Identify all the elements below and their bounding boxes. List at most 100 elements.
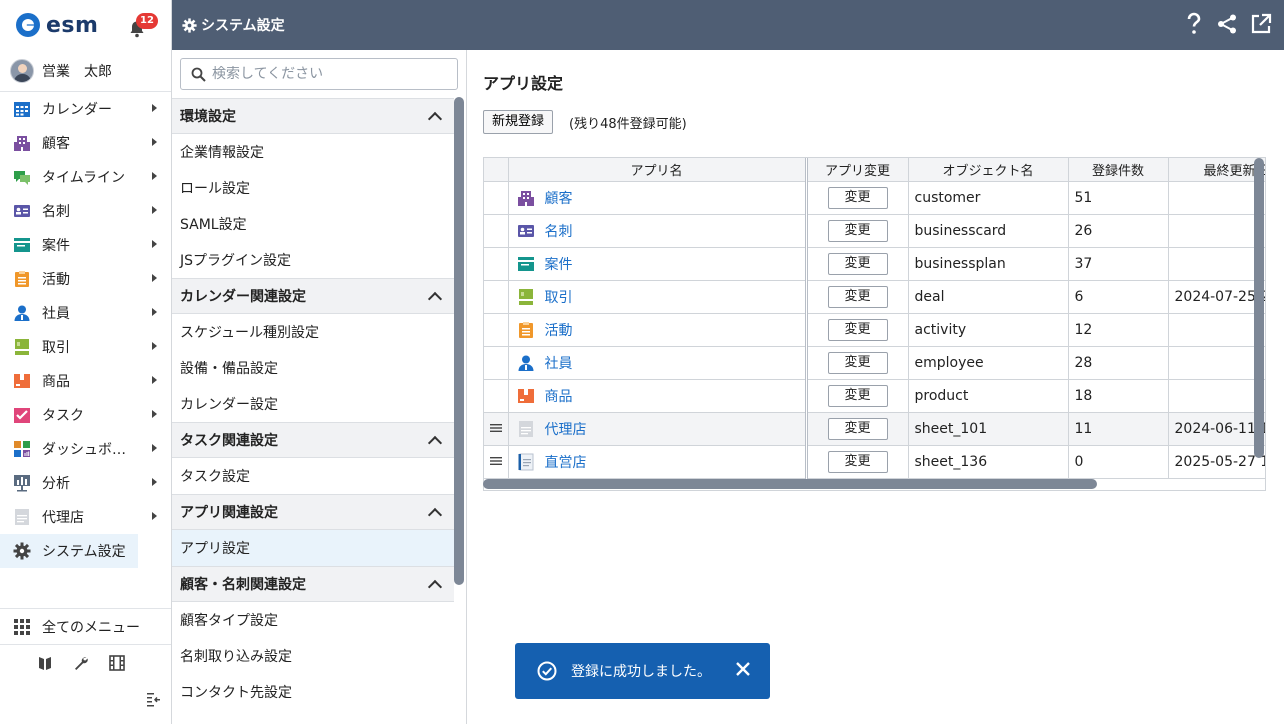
section-calendar[interactable]: カレンダー関連設定 — [172, 278, 454, 314]
column-header[interactable]: オブジェクト名 — [908, 158, 1069, 182]
nav-label: 取引 — [42, 340, 70, 356]
person-icon — [12, 303, 32, 323]
external-link-icon[interactable] — [1250, 13, 1272, 35]
drag-handle-cell[interactable] — [484, 445, 509, 479]
nav-item-calendar[interactable]: カレンダー — [0, 92, 171, 126]
app-name-cell: 顧客 — [508, 181, 808, 215]
app-link[interactable]: 代理店 — [545, 419, 587, 439]
updated-cell: 2024-06-11 1 — [1168, 412, 1265, 446]
menu-schedule-type[interactable]: スケジュール種別設定 — [172, 314, 454, 350]
change-cell: 変更 — [806, 181, 909, 215]
nav-item-customer[interactable]: 顧客 — [0, 126, 171, 160]
menu-card-import[interactable]: 名刺取り込み設定 — [172, 638, 454, 674]
app-link[interactable]: 活動 — [545, 320, 573, 340]
change-button[interactable]: 変更 — [827, 318, 888, 341]
count-cell: 18 — [1068, 379, 1169, 413]
change-button[interactable]: 変更 — [827, 384, 888, 407]
column-header[interactable]: アプリ変更 — [806, 158, 909, 182]
chevron-up-icon — [427, 291, 443, 307]
manual-icon[interactable] — [37, 655, 53, 671]
app-link[interactable]: 顧客 — [545, 188, 573, 208]
nav-item-businesscard[interactable]: 名刺 — [0, 194, 171, 228]
settings-menu-scrollbar[interactable] — [454, 97, 464, 585]
nav-item-employee[interactable]: 社員 — [0, 296, 171, 330]
change-button[interactable]: 変更 — [827, 450, 888, 473]
nav-item-dashboard[interactable]: ダッシュボ… — [0, 432, 171, 466]
settings-menu: 環境設定 企業情報設定 ロール設定 SAML設定 JSプラグイン設定 カレンダー… — [172, 50, 467, 724]
change-button[interactable]: 変更 — [827, 252, 888, 275]
drag-handle-icon[interactable] — [489, 456, 502, 466]
section-task[interactable]: タスク関連設定 — [172, 422, 454, 458]
chevron-up-icon — [427, 435, 443, 451]
app-link[interactable]: 社員 — [545, 353, 573, 373]
section-app[interactable]: アプリ関連設定 — [172, 494, 454, 530]
user-profile[interactable]: 営業 太郎 — [0, 50, 171, 92]
gear-icon — [12, 541, 32, 561]
menu-calendar[interactable]: カレンダー設定 — [172, 386, 454, 422]
updated-cell — [1168, 181, 1265, 215]
nav-label: システム設定 — [42, 544, 126, 560]
change-button[interactable]: 変更 — [827, 219, 888, 242]
search-input[interactable] — [212, 66, 442, 82]
nav-item-businessplan[interactable]: 案件 — [0, 228, 171, 262]
collapse-icon[interactable] — [146, 691, 162, 707]
change-button[interactable]: 変更 — [827, 417, 888, 440]
menu-js-plugin[interactable]: JSプラグイン設定 — [172, 242, 454, 278]
table-row: 名刺 変更 businesscard 26 — [484, 214, 1265, 248]
app-link[interactable]: 案件 — [545, 254, 573, 274]
menu-task[interactable]: タスク設定 — [172, 458, 454, 494]
table-vertical-scrollbar[interactable] — [1254, 158, 1264, 458]
menu-equipment[interactable]: 設備・備品設定 — [172, 350, 454, 386]
film-icon[interactable] — [108, 655, 125, 671]
settings-search[interactable] — [180, 58, 458, 90]
change-button[interactable]: 変更 — [827, 186, 888, 209]
chevron-up-icon — [427, 111, 443, 127]
app-link[interactable]: 名刺 — [545, 221, 573, 241]
nav-item-task[interactable]: タスク — [0, 398, 171, 432]
change-button[interactable]: 変更 — [827, 285, 888, 308]
nav-item-deal[interactable]: 取引 — [0, 330, 171, 364]
nav-item-analysis[interactable]: 分析 — [0, 466, 171, 500]
nav-label: 分析 — [42, 476, 70, 492]
nav-label: 活動 — [42, 272, 70, 288]
share-icon[interactable] — [1216, 13, 1238, 35]
menu-contact[interactable]: コンタクト先設定 — [172, 674, 454, 710]
app-link[interactable]: 直営店 — [545, 452, 587, 472]
table-horizontal-scrollbar[interactable] — [483, 479, 1097, 489]
menu-saml[interactable]: SAML設定 — [172, 206, 454, 242]
app-link[interactable]: 取引 — [545, 287, 573, 307]
chevron-right-icon — [152, 172, 157, 180]
menu-role[interactable]: ロール設定 — [172, 170, 454, 206]
drag-handle-cell — [484, 280, 509, 314]
menu-app-settings[interactable]: アプリ設定 — [172, 530, 454, 566]
help-icon[interactable] — [1184, 12, 1204, 36]
section-customer-card[interactable]: 顧客・名刺関連設定 — [172, 566, 454, 602]
nav-label: 商品 — [42, 374, 70, 390]
column-header[interactable]: 最終更新日 — [1168, 158, 1265, 182]
nav-item-timeline[interactable]: タイムライン — [0, 160, 171, 194]
drag-handle-cell[interactable] — [484, 412, 509, 446]
column-header[interactable]: 登録件数 — [1068, 158, 1169, 182]
calendar-icon — [12, 99, 32, 119]
new-register-button[interactable]: 新規登録 — [483, 110, 554, 134]
change-button[interactable]: 変更 — [827, 351, 888, 374]
app-name-cell: 取引 — [508, 280, 808, 314]
app-link[interactable]: 商品 — [545, 386, 573, 406]
updated-cell — [1168, 346, 1265, 380]
all-menu-button[interactable]: 全てのメニュー — [0, 609, 171, 645]
menu-customer-type[interactable]: 顧客タイプ設定 — [172, 602, 454, 638]
drag-handle-icon[interactable] — [489, 423, 502, 433]
menu-company-info[interactable]: 企業情報設定 — [172, 134, 454, 170]
user-name: 営業 太郎 — [42, 63, 112, 80]
close-icon[interactable] — [734, 660, 752, 678]
chevron-right-icon — [152, 410, 157, 418]
chevron-right-icon — [152, 206, 157, 214]
nav-item-product[interactable]: 商品 — [0, 364, 171, 398]
object-name-cell: businesscard — [908, 214, 1069, 248]
nav-item-system-settings[interactable]: システム設定 — [0, 534, 138, 568]
wrench-icon[interactable] — [73, 655, 89, 671]
section-environment[interactable]: 環境設定 — [172, 98, 454, 134]
column-header[interactable]: アプリ名 — [508, 158, 808, 182]
nav-item-agency[interactable]: 代理店 — [0, 500, 171, 534]
nav-item-activity[interactable]: 活動 — [0, 262, 171, 296]
